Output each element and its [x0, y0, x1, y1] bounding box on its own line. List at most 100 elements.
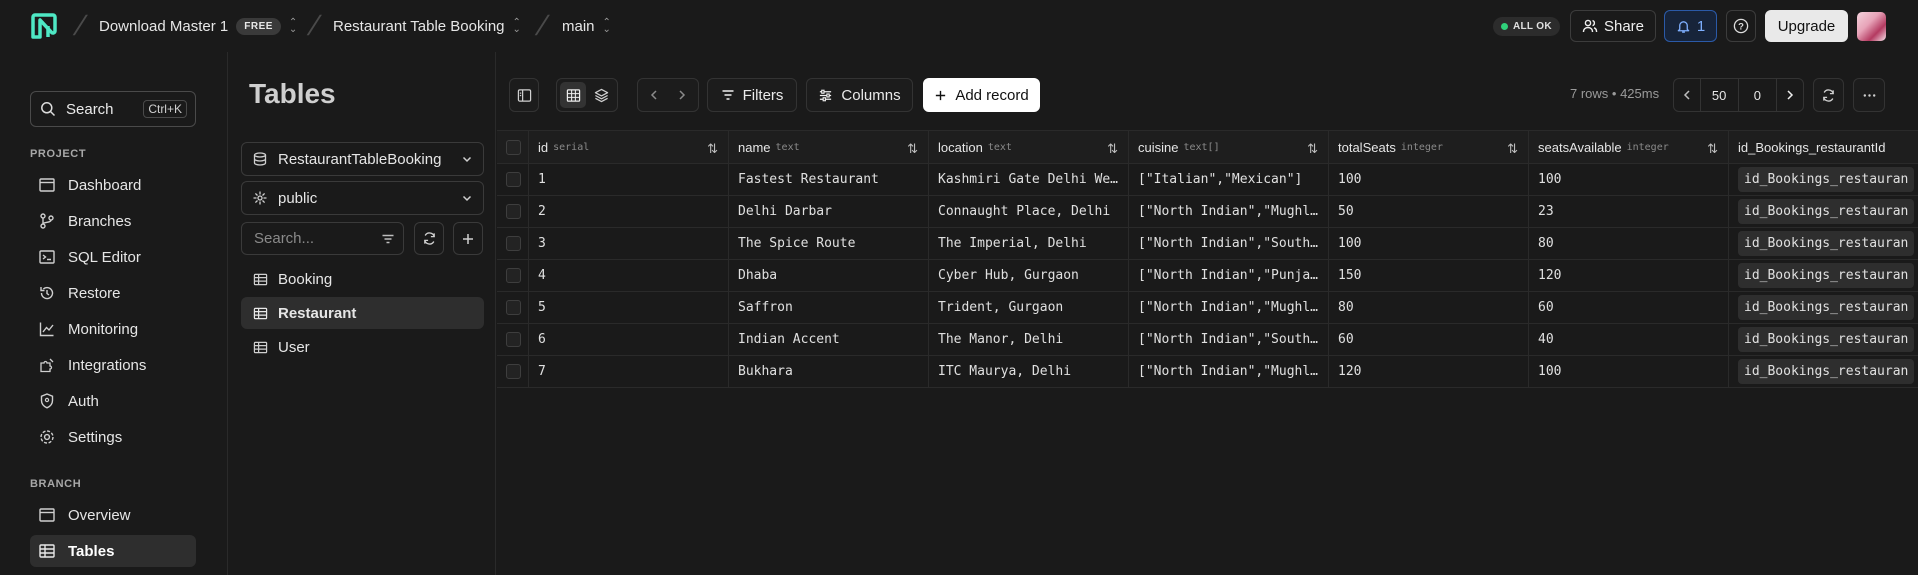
cell-id-bookings-restaurantid[interactable]: id_Bookings_restauran: [1729, 228, 1918, 259]
schema-view-button[interactable]: [588, 82, 614, 108]
table-search-input[interactable]: Search...: [241, 222, 404, 255]
table-row[interactable]: 1 Fastest Restaurant Kashmiri Gate Delhi W…: [497, 164, 1918, 196]
sort-icon[interactable]: ⇅: [907, 141, 918, 157]
page-size-input[interactable]: 50: [1699, 78, 1739, 112]
row-checkbox[interactable]: [506, 236, 521, 251]
grid-view-button[interactable]: [560, 82, 586, 108]
sidebar-item-branches[interactable]: Branches: [30, 205, 196, 237]
cell-cuisine[interactable]: ["North Indian","Mughl…: [1129, 356, 1329, 387]
column-header-name[interactable]: name text ⇅: [729, 131, 929, 163]
database-switcher[interactable]: Restaurant Table Booking ⌃ ⌄: [333, 14, 521, 38]
sidebar-item-tables[interactable]: Tables: [30, 535, 196, 567]
cell-id-bookings-restaurantid[interactable]: id_Bookings_restauran: [1729, 292, 1918, 323]
column-header-location[interactable]: location text ⇅: [929, 131, 1129, 163]
foreign-key-link[interactable]: id_Bookings_restauran: [1738, 167, 1915, 192]
schema-select[interactable]: public: [241, 181, 484, 215]
cell-seatsavailable[interactable]: 120: [1529, 260, 1729, 291]
table-row[interactable]: 7 Bukhara ITC Maurya, Delhi ["North Indian"…: [497, 356, 1918, 388]
cell-name[interactable]: Dhaba: [729, 260, 929, 291]
table-row[interactable]: 3 The Spice Route The Imperial, Delhi ["Nor…: [497, 228, 1918, 260]
prev-page-button[interactable]: [1674, 89, 1700, 101]
share-button[interactable]: Share: [1570, 10, 1656, 42]
column-header-id-bookings-restaurantid[interactable]: id_Bookings_restaurantId: [1729, 131, 1918, 163]
branch-switcher[interactable]: main ⌃ ⌄: [562, 14, 611, 38]
more-options-button[interactable]: [1853, 78, 1885, 112]
column-header-totalseats[interactable]: totalSeats integer ⇅: [1329, 131, 1529, 163]
sidebar-item-restore[interactable]: Restore: [30, 277, 196, 309]
refresh-tables-button[interactable]: [414, 222, 444, 255]
cell-id-bookings-restaurantid[interactable]: id_Bookings_restauran: [1729, 196, 1918, 227]
cell-location[interactable]: The Manor, Delhi: [929, 324, 1129, 355]
sort-icon[interactable]: ⇅: [1107, 141, 1118, 157]
global-search-button[interactable]: Search Ctrl+K: [30, 91, 196, 127]
cell-cuisine[interactable]: ["North Indian","Mughl…: [1129, 292, 1329, 323]
cell-id[interactable]: 7: [529, 356, 729, 387]
cell-id[interactable]: 4: [529, 260, 729, 291]
cell-totalseats[interactable]: 60: [1329, 324, 1529, 355]
sidebar-item-monitoring[interactable]: Monitoring: [30, 313, 196, 345]
cell-name[interactable]: Fastest Restaurant: [729, 164, 929, 195]
table-row[interactable]: 2 Delhi Darbar Connaught Place, Delhi ["Nor…: [497, 196, 1918, 228]
cell-location[interactable]: Cyber Hub, Gurgaon: [929, 260, 1129, 291]
cell-id-bookings-restaurantid[interactable]: id_Bookings_restauran: [1729, 164, 1918, 195]
refresh-button[interactable]: [1813, 78, 1844, 112]
cell-location[interactable]: Trident, Gurgaon: [929, 292, 1129, 323]
chevron-right-icon[interactable]: [677, 89, 687, 101]
sidebar-item-sql-editor[interactable]: SQL Editor: [30, 241, 196, 273]
cell-location[interactable]: ITC Maurya, Delhi: [929, 356, 1129, 387]
cell-cuisine[interactable]: ["North Indian","South…: [1129, 228, 1329, 259]
select-all-checkbox[interactable]: [506, 139, 521, 155]
cell-cuisine[interactable]: ["Italian","Mexican"]: [1129, 164, 1329, 195]
cell-cuisine[interactable]: ["North Indian","South…: [1129, 324, 1329, 355]
foreign-key-link[interactable]: id_Bookings_restauran: [1738, 295, 1915, 320]
upgrade-button[interactable]: Upgrade: [1765, 10, 1848, 42]
cell-id[interactable]: 5: [529, 292, 729, 323]
sidebar-item-dashboard[interactable]: Dashboard: [30, 169, 196, 201]
cell-totalseats[interactable]: 80: [1329, 292, 1529, 323]
cell-totalseats[interactable]: 100: [1329, 164, 1529, 195]
row-checkbox[interactable]: [506, 172, 521, 187]
cell-seatsavailable[interactable]: 23: [1529, 196, 1729, 227]
filter-icon[interactable]: [381, 232, 395, 246]
sidebar-item-integrations[interactable]: Integrations: [30, 349, 196, 381]
cell-totalseats[interactable]: 50: [1329, 196, 1529, 227]
cell-totalseats[interactable]: 150: [1329, 260, 1529, 291]
cell-name[interactable]: Saffron: [729, 292, 929, 323]
help-button[interactable]: ?: [1726, 10, 1756, 42]
foreign-key-link[interactable]: id_Bookings_restauran: [1738, 199, 1915, 224]
row-checkbox[interactable]: [506, 364, 521, 379]
sidebar-item-settings[interactable]: Settings: [30, 421, 196, 453]
app-logo-icon[interactable]: [30, 12, 58, 40]
filters-button[interactable]: Filters: [707, 78, 797, 112]
foreign-key-link[interactable]: id_Bookings_restauran: [1738, 359, 1915, 384]
cell-name[interactable]: Delhi Darbar: [729, 196, 929, 227]
cell-seatsavailable[interactable]: 100: [1529, 164, 1729, 195]
table-row[interactable]: 6 Indian Accent The Manor, Delhi ["North In…: [497, 324, 1918, 356]
database-select[interactable]: RestaurantTableBooking: [241, 142, 484, 176]
column-header-id[interactable]: id serial ⇅: [529, 131, 729, 163]
cell-totalseats[interactable]: 120: [1329, 356, 1529, 387]
column-header-cuisine[interactable]: cuisine text[] ⇅: [1129, 131, 1329, 163]
cell-totalseats[interactable]: 100: [1329, 228, 1529, 259]
sidebar-item-auth[interactable]: Auth: [30, 385, 196, 417]
cell-name[interactable]: Indian Accent: [729, 324, 929, 355]
cell-location[interactable]: Connaught Place, Delhi: [929, 196, 1129, 227]
cell-seatsavailable[interactable]: 80: [1529, 228, 1729, 259]
table-item-user[interactable]: User: [241, 331, 484, 363]
cell-id[interactable]: 1: [529, 164, 729, 195]
cell-seatsavailable[interactable]: 60: [1529, 292, 1729, 323]
row-checkbox[interactable]: [506, 268, 521, 283]
column-header-seatsavailable[interactable]: seatsAvailable integer ⇅: [1529, 131, 1729, 163]
foreign-key-link[interactable]: id_Bookings_restauran: [1738, 231, 1915, 256]
notifications-button[interactable]: 1: [1664, 10, 1717, 42]
cell-id-bookings-restaurantid[interactable]: id_Bookings_restauran: [1729, 260, 1918, 291]
cell-cuisine[interactable]: ["North Indian","Punja…: [1129, 260, 1329, 291]
cell-id-bookings-restaurantid[interactable]: id_Bookings_restauran: [1729, 324, 1918, 355]
foreign-key-link[interactable]: id_Bookings_restauran: [1738, 327, 1915, 352]
sort-icon[interactable]: ⇅: [1507, 141, 1518, 157]
sort-icon[interactable]: ⇅: [1707, 141, 1718, 157]
sort-icon[interactable]: ⇅: [1307, 141, 1318, 157]
cell-name[interactable]: Bukhara: [729, 356, 929, 387]
foreign-key-link[interactable]: id_Bookings_restauran: [1738, 263, 1915, 288]
project-switcher[interactable]: Download Master 1 FREE ⌃ ⌄: [99, 14, 297, 38]
